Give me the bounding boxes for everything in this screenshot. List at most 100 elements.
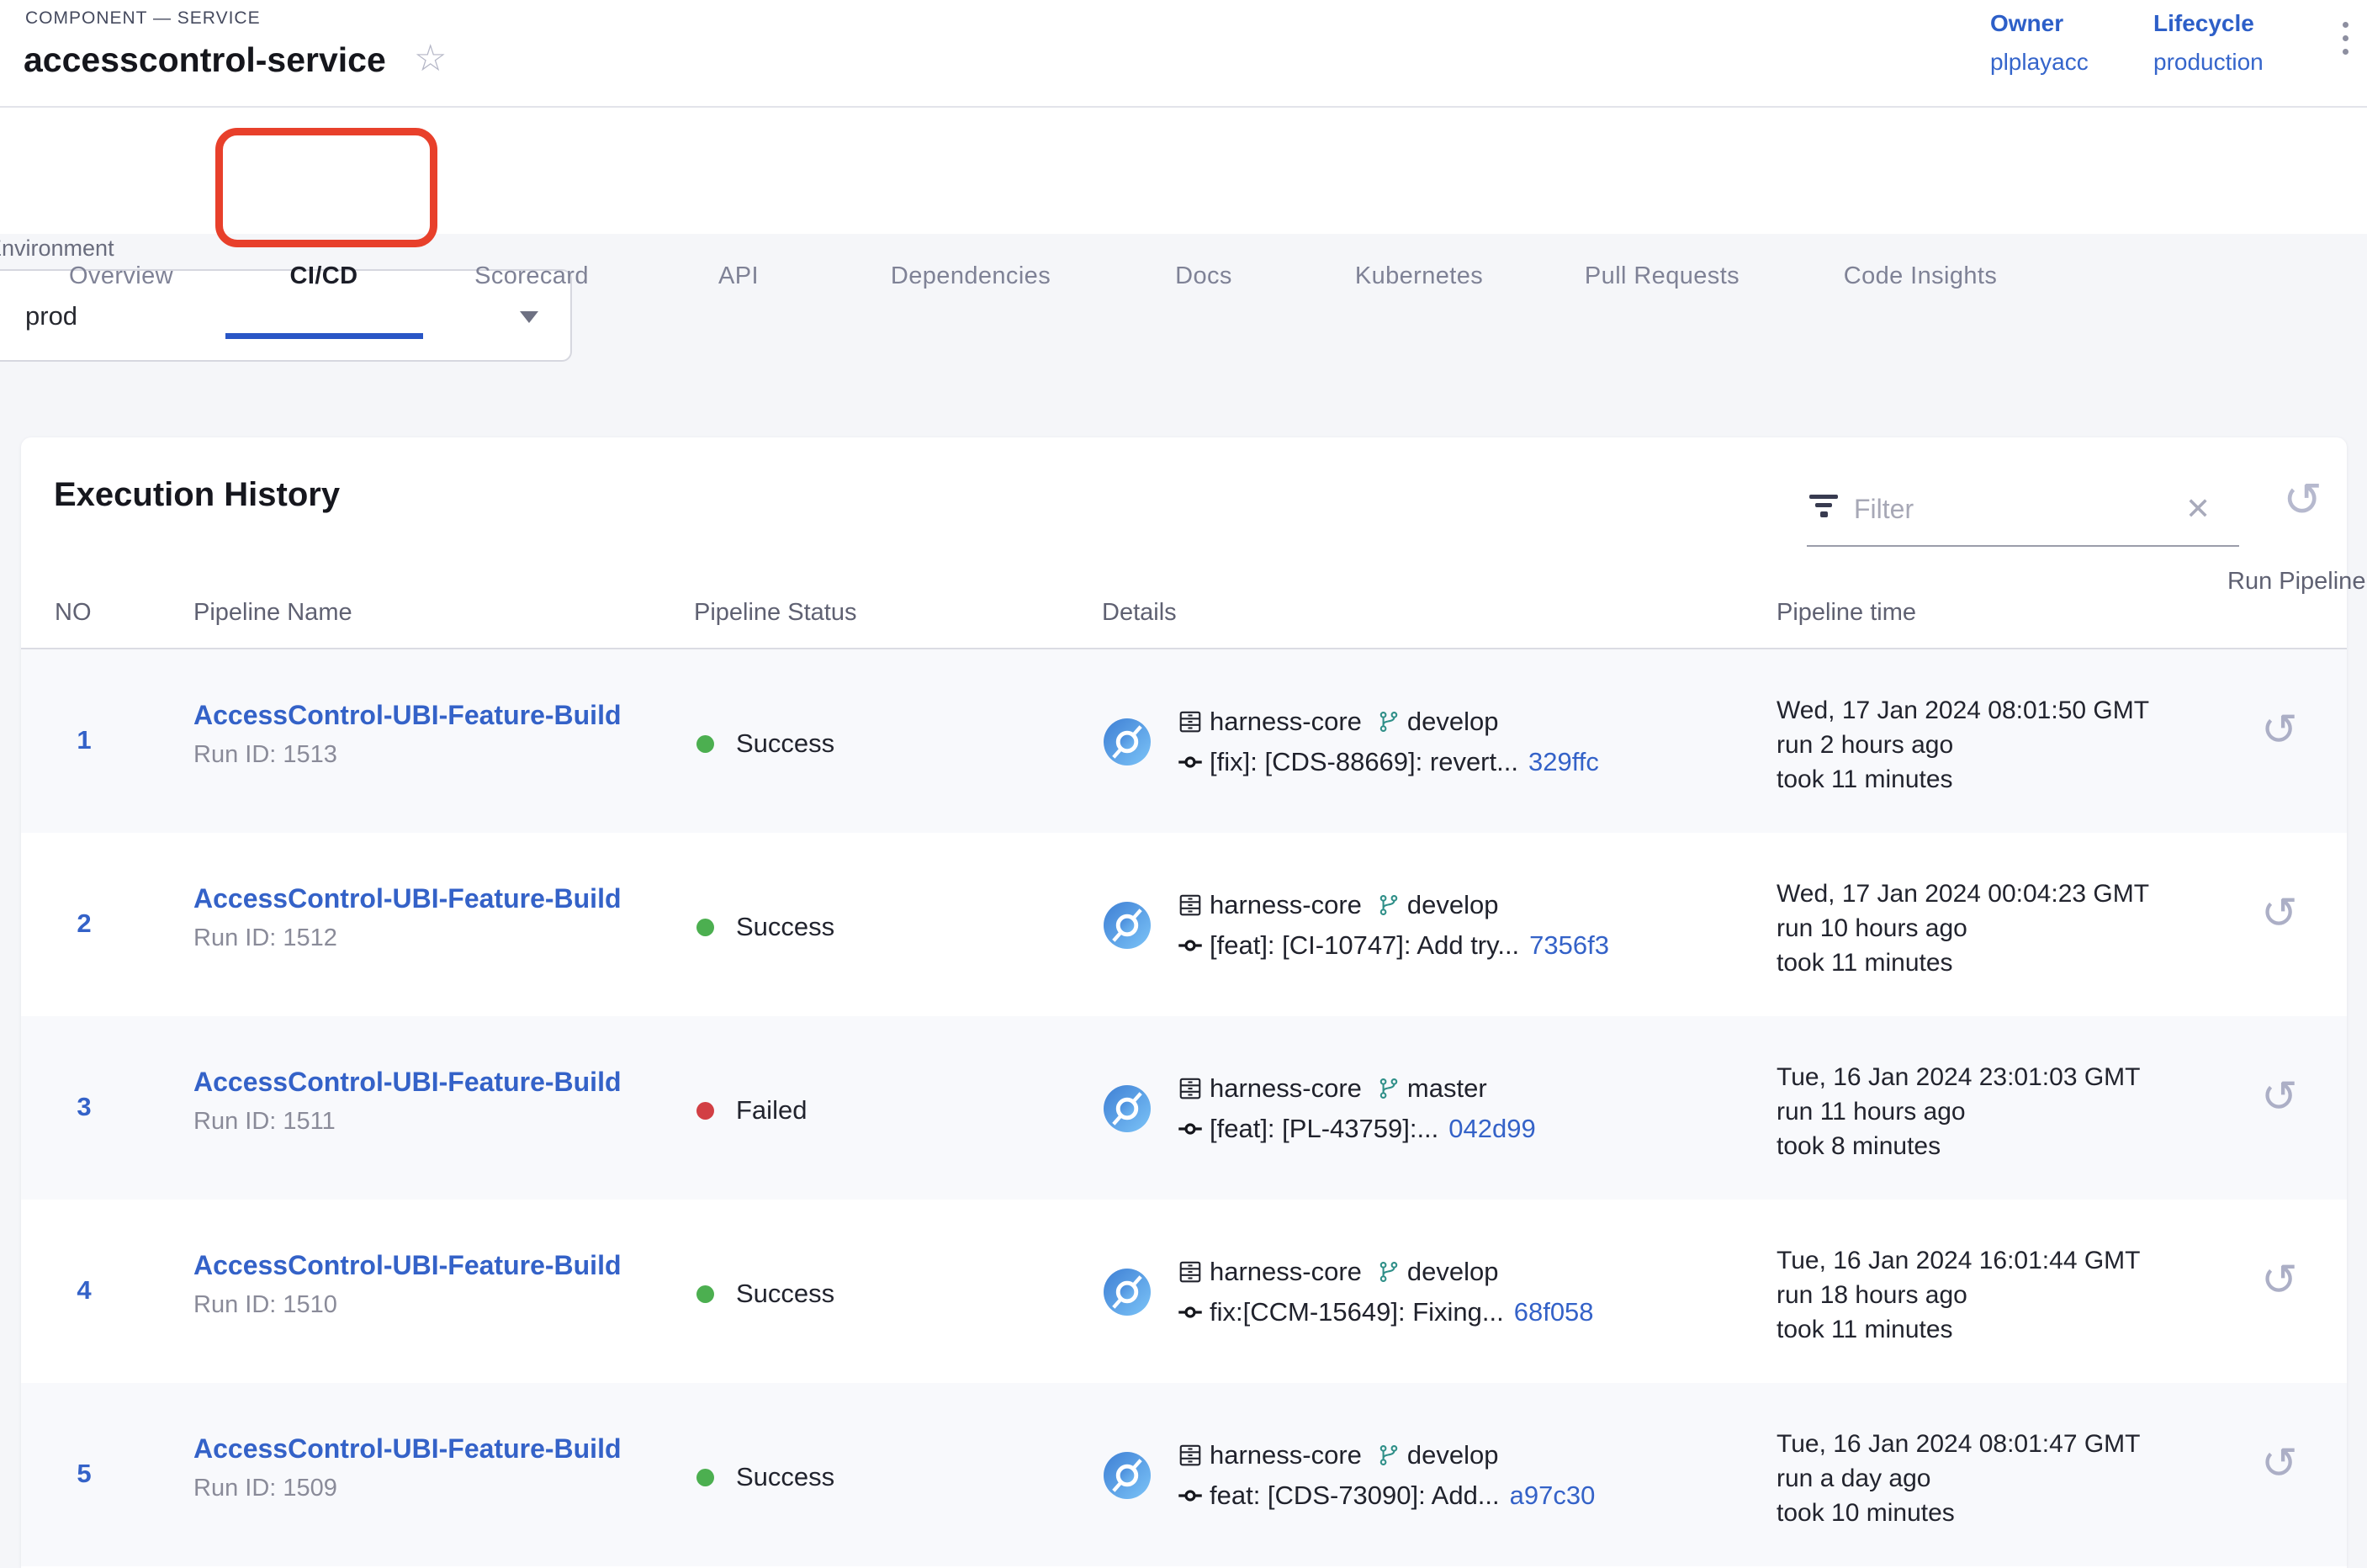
time-absolute: Wed, 17 Jan 2024 00:04:23 GMT (1777, 877, 2149, 911)
table-row: 3 AccessControl-UBI-Feature-Build Run ID… (21, 1016, 2347, 1200)
row-number[interactable]: 1 (59, 725, 109, 755)
tab-docs[interactable]: Docs (1175, 262, 1232, 290)
tab-dependencies[interactable]: Dependencies (891, 262, 1051, 290)
git-branch-icon (1377, 1077, 1401, 1100)
commit-hash-link[interactable]: 7356f3 (1529, 930, 1609, 961)
repository-name: harness-core (1210, 1073, 1362, 1104)
branch-name: develop (1407, 1257, 1499, 1287)
owner-label: Owner (1990, 10, 2150, 37)
run-pipeline-button[interactable]: ↺ (2261, 1258, 2298, 1302)
environment-selected-value: prod (25, 301, 77, 331)
run-pipeline-button[interactable]: ↺ (2261, 892, 2298, 935)
tab-scorecard[interactable]: Scorecard (474, 262, 589, 290)
harness-ci-icon[interactable] (1104, 1085, 1151, 1132)
git-commit-icon (1178, 1116, 1203, 1142)
table-row: 4 AccessControl-UBI-Feature-Build Run ID… (21, 1200, 2347, 1383)
tab-pull-requests[interactable]: Pull Requests (1585, 262, 1740, 290)
time-relative: run 18 hours ago (1777, 1278, 2141, 1312)
kebab-menu-icon[interactable] (2328, 22, 2362, 89)
time-relative: run a day ago (1777, 1461, 2141, 1496)
refresh-icon[interactable]: ↺ (2283, 476, 2322, 523)
status-cell: Success (696, 1279, 834, 1309)
commit-hash-link[interactable]: a97c30 (1510, 1481, 1596, 1511)
status-dot (696, 1469, 714, 1486)
pipeline-name-cell: AccessControl-UBI-Feature-Build Run ID: … (193, 1250, 622, 1319)
lifecycle-value[interactable]: production (2153, 49, 2313, 76)
commit-message: [feat]: [CI-10747]: Add try... (1210, 930, 1519, 961)
git-branch-icon (1377, 1260, 1401, 1284)
status-dot (696, 1285, 714, 1303)
repository-name: harness-core (1210, 707, 1362, 737)
run-pipeline-button[interactable]: ↺ (2261, 1442, 2298, 1486)
time-duration: took 10 minutes (1777, 1496, 2141, 1530)
clear-filter-icon[interactable]: ✕ (2185, 491, 2211, 527)
details-cell: harness-core develop [feat]: [CI-10747]:… (1104, 890, 1609, 961)
git-commit-icon (1178, 1300, 1203, 1325)
status-cell: Success (696, 912, 834, 942)
repository-icon (1178, 1259, 1203, 1285)
pipeline-time-cell: Wed, 17 Jan 2024 08:01:50 GMT run 2 hour… (1777, 693, 2149, 797)
repository-name: harness-core (1210, 1440, 1362, 1470)
time-duration: took 11 minutes (1777, 762, 2149, 797)
run-id: Run ID: 1511 (193, 1108, 622, 1136)
repository-name: harness-core (1210, 890, 1362, 920)
filter-icon[interactable] (1807, 495, 1840, 523)
pipeline-name-link[interactable]: AccessControl-UBI-Feature-Build (193, 1067, 622, 1097)
execution-history-title: Execution History (54, 476, 340, 514)
commit-message: fix:[CCM-15649]: Fixing... (1210, 1297, 1504, 1327)
tab-code-insights[interactable]: Code Insights (1844, 262, 1998, 290)
pipeline-name-link[interactable]: AccessControl-UBI-Feature-Build (193, 1433, 622, 1464)
harness-ci-icon[interactable] (1104, 1452, 1151, 1499)
table-row: 1 AccessControl-UBI-Feature-Build Run ID… (21, 649, 2347, 833)
commit-hash-link[interactable]: 68f058 (1514, 1297, 1594, 1327)
time-absolute: Wed, 17 Jan 2024 08:01:50 GMT (1777, 693, 2149, 728)
harness-ci-icon[interactable] (1104, 718, 1151, 765)
branch-name: develop (1407, 1440, 1499, 1470)
owner-link[interactable]: plplayacc (1990, 49, 2150, 76)
status-cell: Success (696, 1462, 834, 1492)
row-number[interactable]: 3 (59, 1092, 109, 1122)
branch-name: develop (1407, 890, 1499, 920)
tab-kubernetes[interactable]: Kubernetes (1355, 262, 1483, 290)
run-pipeline-button[interactable]: ↺ (2261, 708, 2298, 752)
run-pipeline-button[interactable]: ↺ (2261, 1075, 2298, 1119)
tab-overview[interactable]: Overview (69, 262, 173, 290)
details-cell: harness-core develop feat: [CDS-73090]: … (1104, 1440, 1595, 1511)
pipeline-name-link[interactable]: AccessControl-UBI-Feature-Build (193, 1250, 622, 1280)
pipeline-name-link[interactable]: AccessControl-UBI-Feature-Build (193, 700, 622, 730)
favorite-star-icon[interactable]: ☆ (414, 40, 447, 77)
row-number[interactable]: 5 (59, 1459, 109, 1489)
tab-api[interactable]: API (718, 262, 759, 290)
status-label: Success (736, 1462, 834, 1492)
time-relative: run 11 hours ago (1777, 1094, 2141, 1129)
status-dot (696, 1102, 714, 1120)
col-run-pipeline: Run Pipeline (2227, 565, 2365, 597)
time-absolute: Tue, 16 Jan 2024 23:01:03 GMT (1777, 1060, 2141, 1094)
time-duration: took 11 minutes (1777, 946, 2149, 980)
commit-hash-link[interactable]: 329ffc (1528, 747, 1599, 777)
time-absolute: Tue, 16 Jan 2024 08:01:47 GMT (1777, 1427, 2141, 1461)
active-tab-underline (225, 333, 423, 339)
col-time: Pipeline time (1777, 599, 1916, 627)
filter-input[interactable] (1854, 488, 2165, 530)
branch-name: master (1407, 1073, 1487, 1104)
chevron-down-icon (520, 311, 538, 323)
row-number[interactable]: 2 (59, 908, 109, 939)
tab-bar: Overview CI/CD Scorecard API Dependencie… (0, 108, 2367, 234)
git-commit-icon (1178, 933, 1203, 958)
pipeline-time-cell: Wed, 17 Jan 2024 00:04:23 GMT run 10 hou… (1777, 877, 2149, 980)
status-label: Success (736, 1279, 834, 1309)
commit-message: [feat]: [PL-43759]:... (1210, 1114, 1438, 1144)
pipeline-name-link[interactable]: AccessControl-UBI-Feature-Build (193, 883, 622, 914)
repository-name: harness-core (1210, 1257, 1362, 1287)
status-label: Success (736, 912, 834, 942)
commit-message: [fix]: [CDS-88669]: revert... (1210, 747, 1518, 777)
pipeline-time-cell: Tue, 16 Jan 2024 16:01:44 GMT run 18 hou… (1777, 1243, 2141, 1347)
row-number[interactable]: 4 (59, 1275, 109, 1306)
pipeline-name-cell: AccessControl-UBI-Feature-Build Run ID: … (193, 1067, 622, 1136)
harness-ci-icon[interactable] (1104, 1269, 1151, 1316)
commit-hash-link[interactable]: 042d99 (1448, 1114, 1535, 1144)
tab-cicd[interactable]: CI/CD (290, 262, 358, 290)
harness-ci-icon[interactable] (1104, 902, 1151, 949)
repository-icon (1178, 1076, 1203, 1101)
